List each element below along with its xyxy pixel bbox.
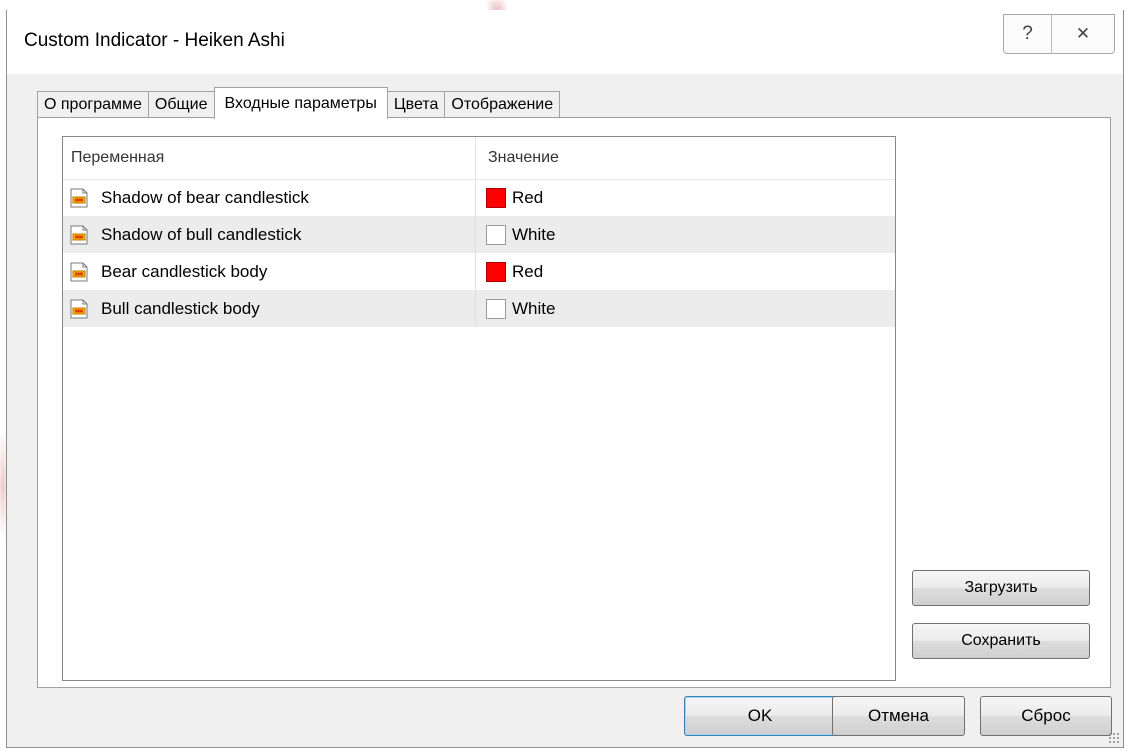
value-cell[interactable]: Red	[476, 253, 895, 290]
value-cell[interactable]: Red	[476, 179, 895, 216]
parameters-grid: Переменная Значение Shadow of bear candl…	[62, 136, 896, 681]
help-button[interactable]: ?	[1004, 15, 1051, 53]
resize-grip[interactable]	[1108, 732, 1120, 744]
color-parameter-icon	[67, 297, 91, 321]
variable-cell: Shadow of bull candlestick	[63, 216, 476, 253]
cancel-button[interactable]: Отмена	[832, 696, 965, 736]
color-value: White	[512, 298, 556, 318]
color-value: Red	[512, 261, 544, 281]
variable-cell: Bear candlestick body	[63, 253, 476, 290]
tab-general[interactable]: Общие	[147, 91, 215, 118]
save-button[interactable]: Сохранить	[912, 623, 1090, 659]
indicator-dialog: Custom Indicator - Heiken Ashi ? ✕ О про…	[6, 10, 1124, 748]
value-cell[interactable]: White	[476, 216, 895, 253]
tab-strip: О программе Общие Входные параметры Цвет…	[37, 87, 561, 119]
tab-visualization[interactable]: Отображение	[444, 91, 561, 118]
inputs-panel: Переменная Значение Shadow of bear candl…	[37, 117, 1111, 688]
color-swatch	[486, 224, 506, 245]
variable-cell: Bull candlestick body	[63, 290, 476, 327]
table-row[interactable]: Bear candlestick body Red	[63, 253, 895, 290]
load-button[interactable]: Загрузить	[912, 570, 1090, 606]
table-row[interactable]: Shadow of bull candlestick White	[63, 216, 895, 253]
close-button[interactable]: ✕	[1051, 15, 1114, 53]
window-title: Custom Indicator - Heiken Ashi	[24, 30, 285, 51]
table-row[interactable]: Bull candlestick body White	[63, 290, 895, 327]
close-icon: ✕	[1075, 24, 1091, 43]
color-parameter-icon	[67, 186, 91, 210]
color-swatch	[486, 261, 506, 282]
variable-name: Shadow of bull candlestick	[101, 224, 302, 244]
column-header-value[interactable]: Значение	[476, 137, 895, 179]
tab-inputs[interactable]: Входные параметры	[213, 87, 388, 119]
title-bar: Custom Indicator - Heiken Ashi ? ✕	[7, 10, 1123, 74]
help-icon: ?	[1022, 23, 1033, 44]
table-row[interactable]: Shadow of bear candlestick Red	[63, 179, 895, 216]
color-value: Red	[512, 187, 544, 207]
variable-name: Shadow of bear candlestick	[101, 187, 309, 207]
color-swatch	[486, 187, 506, 208]
tab-colors[interactable]: Цвета	[386, 91, 446, 118]
ok-button[interactable]: OK	[684, 696, 836, 736]
color-swatch	[486, 298, 506, 319]
tab-about[interactable]: О программе	[37, 91, 149, 118]
title-buttons: ? ✕	[1003, 14, 1115, 54]
reset-button[interactable]: Сброс	[980, 696, 1112, 736]
variable-name: Bull candlestick body	[101, 298, 260, 318]
value-cell[interactable]: White	[476, 290, 895, 327]
variable-name: Bear candlestick body	[101, 261, 268, 281]
color-value: White	[512, 224, 556, 244]
grid-header: Переменная Значение	[63, 137, 895, 180]
color-parameter-icon	[67, 223, 91, 247]
column-header-variable[interactable]: Переменная	[63, 137, 476, 179]
variable-cell: Shadow of bear candlestick	[63, 179, 476, 216]
color-parameter-icon	[67, 260, 91, 284]
